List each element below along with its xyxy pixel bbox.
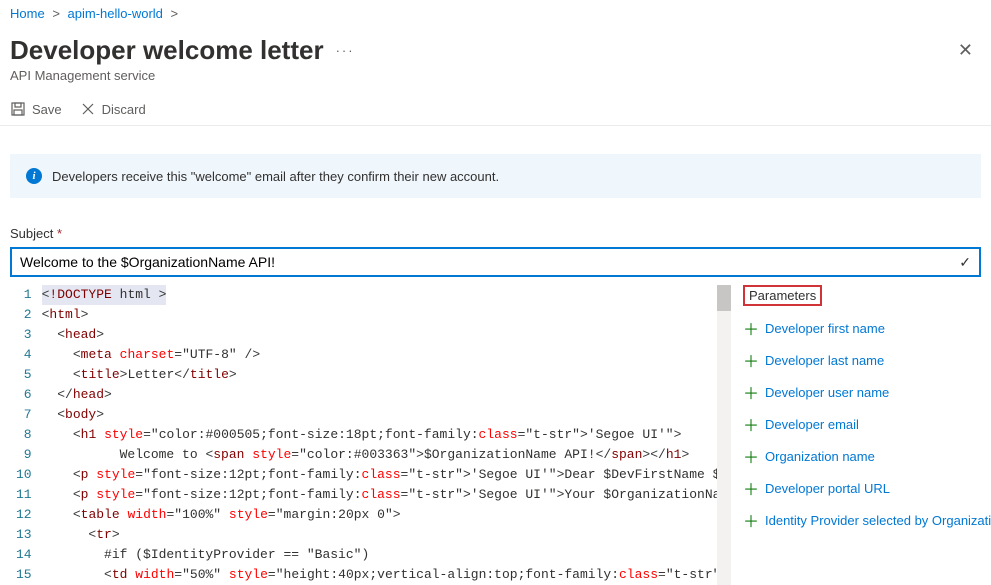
subject-input[interactable] [20, 254, 959, 270]
parameter-label: Developer first name [765, 321, 885, 336]
parameter-label: Developer email [765, 417, 859, 432]
code-line[interactable]: </head> [42, 385, 717, 405]
code-line[interactable]: Welcome to <span style="color:#003363">$… [42, 445, 717, 465]
code-line[interactable]: <table width="100%" style="margin:20px 0… [42, 505, 717, 525]
parameters-header: Parameters [743, 285, 822, 306]
code-line[interactable]: <tr> [42, 525, 717, 545]
page-subtitle: API Management service [0, 68, 991, 93]
breadcrumb-item[interactable]: apim-hello-world [68, 6, 163, 21]
code-line[interactable]: <title>Letter</title> [42, 365, 717, 385]
close-icon[interactable]: ✕ [950, 36, 981, 65]
toolbar: Save Discard [0, 93, 991, 126]
code-line[interactable]: <p style="font-size:12pt;font-family:cla… [42, 465, 717, 485]
parameter-label: Developer user name [765, 385, 889, 400]
code-line[interactable]: <html> [42, 305, 717, 325]
line-gutter: 123456789101112131415 [10, 285, 42, 585]
discard-button[interactable]: Discard [80, 101, 146, 117]
plus-icon: ＋ [743, 348, 757, 372]
code-line[interactable]: <body> [42, 405, 717, 425]
save-button[interactable]: Save [10, 101, 62, 117]
parameter-item[interactable]: ＋ Developer last name [743, 344, 981, 376]
parameter-item[interactable]: ＋ Organization name [743, 440, 981, 472]
code-line[interactable]: <p style="font-size:12pt;font-family:cla… [42, 485, 717, 505]
plus-icon: ＋ [743, 412, 757, 436]
save-icon [10, 101, 26, 117]
more-icon[interactable]: ··· [336, 43, 355, 58]
discard-icon [80, 101, 96, 117]
code-content[interactable]: <!DOCTYPE html ><html> <head> <meta char… [42, 285, 717, 585]
parameter-item[interactable]: ＋ Developer email [743, 408, 981, 440]
banner-text: Developers receive this "welcome" email … [52, 169, 499, 184]
breadcrumb-home[interactable]: Home [10, 6, 45, 21]
parameter-item[interactable]: ＋ Developer user name [743, 376, 981, 408]
code-editor[interactable]: 123456789101112131415 <!DOCTYPE html ><h… [10, 285, 731, 585]
parameter-label: Developer last name [765, 353, 884, 368]
plus-icon: ＋ [743, 508, 757, 532]
info-icon: i [26, 168, 42, 184]
subject-label: Subject * [0, 208, 991, 247]
page-title: Developer welcome letter [10, 35, 324, 66]
check-icon: ✓ [959, 254, 971, 271]
plus-icon: ＋ [743, 380, 757, 404]
parameter-label: Identity Provider selected by Organizati… [765, 513, 991, 528]
plus-icon: ＋ [743, 476, 757, 500]
scrollbar[interactable] [717, 285, 731, 585]
code-line[interactable]: <head> [42, 325, 717, 345]
parameter-item[interactable]: ＋ Developer first name [743, 312, 981, 344]
parameter-item[interactable]: ＋ Developer portal URL [743, 472, 981, 504]
code-line[interactable]: <h1 style="color:#000505;font-size:18pt;… [42, 425, 717, 445]
subject-input-wrapper[interactable]: ✓ [10, 247, 981, 277]
parameters-panel: Parameters ＋ Developer first name ＋ Develop… [731, 285, 981, 585]
chevron-right-icon: > [52, 6, 60, 21]
info-banner: i Developers receive this "welcome" emai… [10, 154, 981, 198]
code-line[interactable]: <!DOCTYPE html > [42, 285, 167, 305]
parameter-item[interactable]: ＋Identity Provider selected by Organizat… [743, 504, 981, 536]
breadcrumb: Home > apim-hello-world > [0, 0, 991, 27]
code-line[interactable]: #if ($IdentityProvider == "Basic") [42, 545, 717, 565]
plus-icon: ＋ [743, 444, 757, 468]
chevron-right-icon: > [171, 6, 179, 21]
code-line[interactable]: <meta charset="UTF-8" /> [42, 345, 717, 365]
plus-icon: ＋ [743, 316, 757, 340]
parameter-label: Developer portal URL [765, 481, 890, 496]
parameter-label: Organization name [765, 449, 875, 464]
scrollbar-thumb[interactable] [717, 285, 731, 311]
code-line[interactable]: <td width="50%" style="height:40px;verti… [42, 565, 717, 585]
